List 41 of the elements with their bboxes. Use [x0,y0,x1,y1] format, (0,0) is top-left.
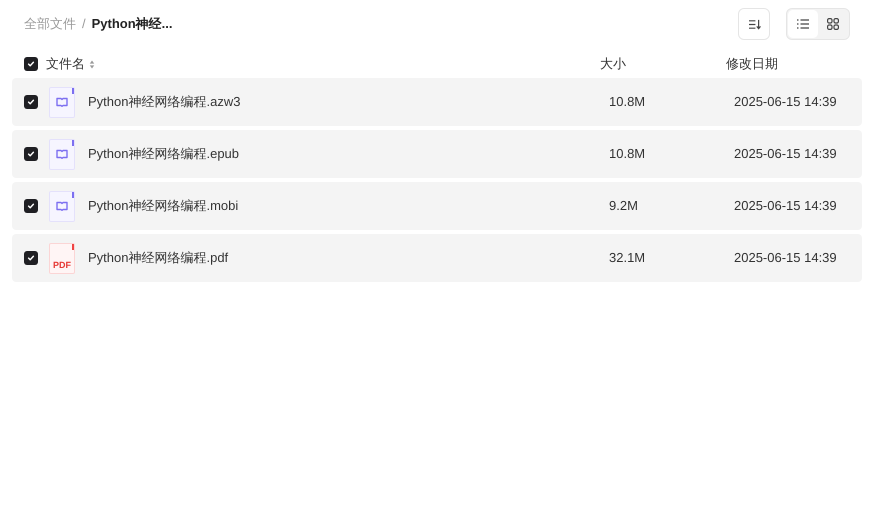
book-file-icon [49,86,75,118]
book-file-icon [49,190,75,222]
breadcrumb-current[interactable]: Python神经... [92,14,173,34]
file-size: 10.8M [609,145,646,164]
file-row[interactable]: Python神经网络编程.mobi 9.2M 2025-06-15 14:39 [12,182,862,230]
sort-icon[interactable] [89,60,95,68]
check-icon [27,254,35,262]
sort-lines-icon [748,18,760,30]
column-header: 修改日期 [726,55,778,74]
file-name: Python神经网络编程.epub [88,145,240,164]
check-icon [27,202,35,210]
breadcrumb-separator: / [82,15,86,34]
file-row[interactable]: PDF Python神经网络编程.pdf 32.1M 2025-06-15 14:39 [12,234,862,282]
modified-date: 2025-06-15 14:39 [734,145,837,164]
modified-date: 2025-06-15 14:39 [734,93,837,112]
file-name: Python神经网络编程.pdf [88,249,230,268]
check-icon [27,150,35,158]
file-row[interactable]: Python神经网络编程.epub 10.8M 2025-06-15 14:39 [12,130,862,178]
checkbox[interactable] [24,147,38,161]
book-file-icon [49,138,75,170]
list-view-button[interactable] [788,10,818,38]
column-header[interactable]: 文件名 [46,54,85,74]
modified-date: 2025-06-15 14:39 [734,197,837,216]
checkbox[interactable] [24,57,38,71]
pdf-file-icon: PDF [49,242,75,274]
file-name: Python神经网络编程.mobi [88,197,240,216]
file-size: 10.8M [609,93,646,112]
file-size: 32.1M [609,249,646,268]
file-size: 9.2M [609,197,639,216]
grid-icon [827,18,839,30]
column-header: 大小 [600,55,627,74]
checkbox[interactable] [24,251,38,265]
check-icon [27,60,35,68]
list-icon [797,19,809,29]
check-icon [27,98,35,106]
checkbox[interactable] [24,95,38,109]
modified-date: 2025-06-15 14:39 [734,249,837,268]
checkbox[interactable] [24,199,38,213]
file-row[interactable]: Python神经网络编程.azw3 10.8M 2025-06-15 14:39 [12,78,862,126]
file-name: Python神经网络编程.azw3 [88,93,242,112]
sort-button[interactable] [738,8,770,40]
